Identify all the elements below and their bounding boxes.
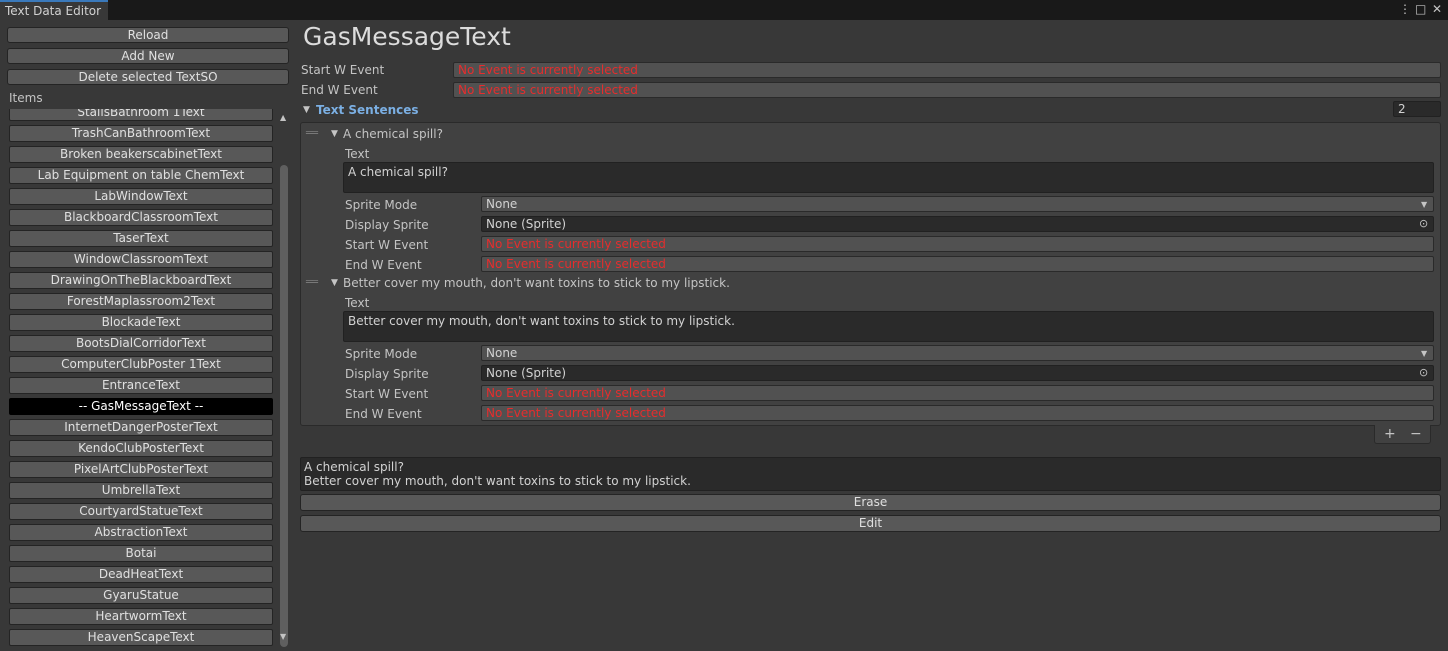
list-item[interactable]: BlackboardClassroomText — [9, 209, 273, 226]
list-item[interactable]: DeadHeatText — [9, 566, 273, 583]
display-sprite-label: Display Sprite — [345, 218, 429, 232]
sentence-end-event-label: End W Event — [345, 258, 422, 272]
chevron-down-icon: ▼ — [1421, 200, 1428, 209]
start-event-label: Start W Event — [301, 63, 385, 77]
sentence-end-event-field[interactable]: No Event is currently selected — [481, 405, 1434, 421]
list-add-remove: + − — [1374, 425, 1431, 444]
list-item[interactable]: GyaruStatue — [9, 587, 273, 604]
sentence-text-label: Text — [345, 296, 370, 310]
sentence-end-event-field[interactable]: No Event is currently selected — [481, 256, 1434, 272]
sentence-header[interactable]: A chemical spill? — [343, 127, 443, 141]
list-item[interactable]: BootsDialCorridorText — [9, 335, 273, 352]
list-item[interactable]: TaserText — [9, 230, 273, 247]
preview-textarea: A chemical spill? Better cover my mouth,… — [300, 457, 1441, 491]
preview-line: Better cover my mouth, don't want toxins… — [304, 474, 691, 488]
items-label: Items — [9, 91, 43, 105]
sentences-count-field[interactable]: 2 — [1393, 101, 1441, 117]
sentences-fold-icon[interactable]: ▼ — [303, 105, 310, 115]
items-list: StallsBathroom 1Text TrashCanBathroomText… — [0, 109, 278, 651]
display-sprite-field[interactable]: None (Sprite) — [481, 365, 1434, 381]
add-item-button[interactable]: + — [1384, 425, 1396, 443]
preview-line: A chemical spill? — [304, 460, 404, 474]
sidebar: Reload Add New Delete selected TextSO It… — [0, 20, 295, 651]
drag-handle-icon[interactable]: ══ — [306, 128, 318, 139]
scroll-down-arrow-icon[interactable]: ▼ — [280, 632, 286, 641]
close-icon[interactable]: ✕ — [1432, 0, 1442, 20]
scroll-up-arrow-icon[interactable]: ▲ — [280, 113, 286, 122]
list-item[interactable]: LabWindowText — [9, 188, 273, 205]
sprite-mode-dropdown[interactable]: None — [481, 345, 1434, 361]
edit-button[interactable]: Edit — [300, 515, 1441, 532]
kebab-menu-icon[interactable]: ⋮ — [1399, 0, 1411, 20]
list-item[interactable]: KendoClubPosterText — [9, 440, 273, 457]
sentence-start-event-field[interactable]: No Event is currently selected — [481, 385, 1434, 401]
list-item[interactable]: WindowClassroomText — [9, 251, 273, 268]
list-item[interactable]: HeavenScapeText — [9, 629, 273, 646]
list-item[interactable]: DrawingOnTheBlackboardText — [9, 272, 273, 289]
reload-button[interactable]: Reload — [7, 27, 289, 43]
sentence-text-input[interactable]: A chemical spill? — [343, 162, 1434, 193]
sentence-header[interactable]: Better cover my mouth, don't want toxins… — [343, 276, 730, 290]
list-item[interactable]: Botai — [9, 545, 273, 562]
items-scrollbar-thumb[interactable] — [280, 165, 288, 647]
sprite-mode-label: Sprite Mode — [345, 347, 418, 361]
list-item[interactable]: EntranceText — [9, 377, 273, 394]
sentences-section-label[interactable]: Text Sentences — [316, 103, 419, 117]
list-item[interactable]: UmbrellaText — [9, 482, 273, 499]
list-item[interactable]: TrashCanBathroomText — [9, 125, 273, 142]
display-sprite-field[interactable]: None (Sprite) — [481, 216, 1434, 232]
drag-handle-icon[interactable]: ══ — [306, 277, 318, 288]
list-item[interactable]: ForestMaplassroom2Text — [9, 293, 273, 310]
sentence-start-event-field[interactable]: No Event is currently selected — [481, 236, 1434, 252]
list-item[interactable]: Broken beakerscabinetText — [9, 146, 273, 163]
list-item[interactable]: Lab Equipment on table ChemText — [9, 167, 273, 184]
list-item[interactable]: InternetDangerPosterText — [9, 419, 273, 436]
sentence-fold-icon[interactable]: ▼ — [331, 278, 338, 288]
list-item[interactable]: HeartwormText — [9, 608, 273, 625]
end-event-label: End W Event — [301, 83, 378, 97]
window-titlebar: Text Data Editor ⋮ □ ✕ — [0, 0, 1448, 20]
add-new-button[interactable]: Add New — [7, 48, 289, 64]
start-event-field[interactable]: No Event is currently selected — [453, 62, 1441, 78]
list-item[interactable]: ComputerClubPoster 1Text — [9, 356, 273, 373]
editor-tab[interactable]: Text Data Editor — [0, 0, 108, 20]
display-sprite-label: Display Sprite — [345, 367, 429, 381]
sentence-text-label: Text — [345, 147, 370, 161]
inspector-panel: GasMessageText Start W Event No Event is… — [295, 20, 1448, 651]
page-title: GasMessageText — [303, 22, 511, 51]
sentence-start-event-label: Start W Event — [345, 238, 429, 252]
list-item[interactable]: AbstractionText — [9, 524, 273, 541]
sprite-mode-label: Sprite Mode — [345, 198, 418, 212]
sentence-fold-icon[interactable]: ▼ — [331, 129, 338, 139]
list-item[interactable]: StallsBathroom 1Text — [9, 109, 273, 121]
sprite-mode-dropdown[interactable]: None — [481, 196, 1434, 212]
delete-selected-button[interactable]: Delete selected TextSO — [7, 69, 289, 85]
sentence-text-input[interactable]: Better cover my mouth, don't want toxins… — [343, 311, 1434, 342]
list-item[interactable]: BlockadeText — [9, 314, 273, 331]
list-item[interactable]: PixelArtClubPosterText — [9, 461, 273, 478]
object-picker-icon[interactable]: ⊙ — [1419, 366, 1428, 379]
chevron-down-icon: ▼ — [1421, 349, 1428, 358]
object-picker-icon[interactable]: ⊙ — [1419, 217, 1428, 230]
sentence-end-event-label: End W Event — [345, 407, 422, 421]
erase-button[interactable]: Erase — [300, 494, 1441, 511]
editor-tab-title: Text Data Editor — [5, 4, 102, 18]
end-event-field[interactable]: No Event is currently selected — [453, 82, 1441, 98]
list-item-selected[interactable]: -- GasMessageText -- — [9, 398, 273, 415]
list-item[interactable]: CourtyardStatueText — [9, 503, 273, 520]
maximize-icon[interactable]: □ — [1415, 0, 1426, 20]
sentence-start-event-label: Start W Event — [345, 387, 429, 401]
remove-item-button[interactable]: − — [1410, 425, 1422, 443]
